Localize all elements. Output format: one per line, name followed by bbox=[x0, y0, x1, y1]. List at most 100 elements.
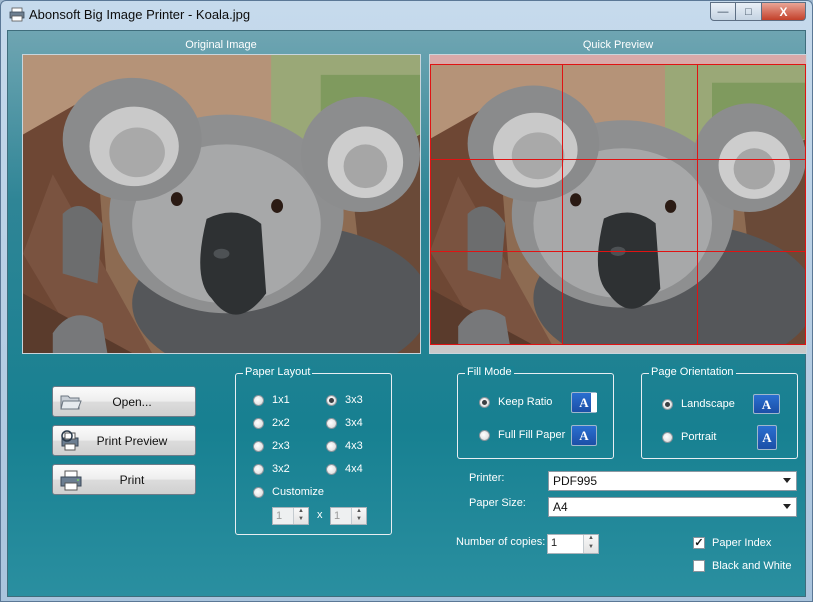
landscape-icon: A bbox=[753, 394, 780, 414]
paper-index-label: Paper Index bbox=[712, 537, 772, 549]
full-fill-icon: A bbox=[571, 425, 597, 446]
layout-option-3x4[interactable]: 3x4 bbox=[326, 417, 363, 429]
radio-full-fill-paper[interactable] bbox=[479, 429, 490, 441]
maximize-button[interactable]: □ bbox=[736, 2, 762, 21]
radio-3x4[interactable] bbox=[326, 417, 337, 429]
radio-portrait[interactable] bbox=[662, 431, 673, 443]
custom-columns-value: 1 bbox=[276, 510, 283, 522]
portrait-label: Portrait bbox=[681, 431, 717, 443]
full-fill-paper-option[interactable]: Full Fill Paper bbox=[479, 429, 565, 441]
fill-mode-title: Fill Mode bbox=[465, 366, 514, 378]
radio-3x3[interactable] bbox=[326, 394, 337, 406]
original-image-label: Original Image bbox=[185, 39, 257, 51]
radio-2x3[interactable] bbox=[253, 440, 264, 452]
layout-option-label: 4x3 bbox=[345, 440, 363, 452]
layout-option-3x3[interactable]: 3x3 bbox=[326, 394, 363, 406]
landscape-label: Landscape bbox=[681, 398, 735, 410]
preview-margin bbox=[430, 345, 806, 353]
preview-grid-line bbox=[430, 159, 806, 160]
paper-size-value: A4 bbox=[553, 500, 568, 514]
open-button[interactable]: Open... bbox=[52, 386, 196, 417]
layout-option-2x3[interactable]: 2x3 bbox=[253, 440, 290, 452]
customize-label: Customize bbox=[272, 486, 324, 498]
paper-layout-title: Paper Layout bbox=[243, 366, 313, 378]
copies-label: Number of copies: bbox=[456, 536, 546, 548]
paper-layout-group: Paper Layout 1x1 2x2 2x3 3x2 3x3 3x4 4x3… bbox=[235, 366, 392, 535]
custom-rows-stepper[interactable]: 1 ▲ ▼ bbox=[330, 507, 367, 525]
paper-size-label: Paper Size: bbox=[469, 497, 526, 509]
keep-ratio-option[interactable]: Keep Ratio bbox=[479, 396, 552, 408]
full-fill-paper-label: Full Fill Paper bbox=[498, 429, 566, 441]
preview-grid-line bbox=[430, 64, 431, 345]
preview-grid-line bbox=[562, 64, 563, 345]
printer-select[interactable]: PDF995 bbox=[548, 471, 797, 491]
page-orientation-title: Page Orientation bbox=[649, 366, 736, 378]
layout-option-4x3[interactable]: 4x3 bbox=[326, 440, 363, 452]
quick-preview bbox=[429, 54, 807, 354]
radio-1x1[interactable] bbox=[253, 394, 264, 406]
custom-rows-value: 1 bbox=[334, 510, 341, 522]
preview-grid-line bbox=[430, 64, 806, 65]
layout-option-label: 3x3 bbox=[345, 394, 363, 406]
radio-landscape[interactable] bbox=[662, 398, 673, 410]
landscape-option[interactable]: Landscape bbox=[662, 398, 735, 410]
black-and-white-checkbox[interactable]: Black and White bbox=[693, 560, 791, 572]
radio-4x3[interactable] bbox=[326, 440, 337, 452]
layout-option-label: 4x4 bbox=[345, 463, 363, 475]
title-bar[interactable]: Abonsoft Big Image Printer - Koala.jpg —… bbox=[1, 1, 812, 29]
minimize-button[interactable]: — bbox=[710, 2, 736, 21]
radio-keep-ratio[interactable] bbox=[479, 396, 490, 408]
layout-option-3x2[interactable]: 3x2 bbox=[253, 463, 290, 475]
portrait-option[interactable]: Portrait bbox=[662, 431, 716, 443]
printer-icon bbox=[60, 470, 82, 491]
checkbox-unchecked-icon[interactable] bbox=[693, 560, 705, 572]
print-preview-icon bbox=[61, 430, 79, 451]
layout-option-label: 3x2 bbox=[272, 463, 290, 475]
layout-option-1x1[interactable]: 1x1 bbox=[253, 394, 290, 406]
page-orientation-group: Page Orientation Landscape A Portrait A bbox=[641, 366, 798, 459]
preview-grid-line bbox=[430, 251, 806, 252]
stepper-down-icon[interactable]: ▼ bbox=[584, 544, 598, 553]
stepper-up-icon[interactable]: ▲ bbox=[294, 508, 308, 516]
checkbox-checked-icon[interactable]: ✓ bbox=[693, 537, 705, 549]
radio-2x2[interactable] bbox=[253, 417, 264, 429]
custom-columns-stepper[interactable]: 1 ▲ ▼ bbox=[272, 507, 309, 525]
layout-option-label: 2x2 bbox=[272, 417, 290, 429]
times-label: x bbox=[317, 509, 323, 521]
window-title: Abonsoft Big Image Printer - Koala.jpg bbox=[29, 7, 251, 22]
radio-4x4[interactable] bbox=[326, 463, 337, 475]
printer-app-icon bbox=[9, 7, 25, 22]
folder-open-icon bbox=[60, 395, 82, 410]
fill-mode-group: Fill Mode Keep Ratio A Full Fill Paper A bbox=[457, 366, 614, 459]
stepper-up-icon[interactable]: ▲ bbox=[584, 535, 598, 544]
layout-option-label: 2x3 bbox=[272, 440, 290, 452]
print-preview-button[interactable]: Print Preview bbox=[52, 425, 196, 456]
radio-customize[interactable] bbox=[253, 486, 264, 498]
portrait-icon: A bbox=[757, 425, 777, 450]
printer-value: PDF995 bbox=[553, 474, 598, 488]
preview-grid-line bbox=[697, 64, 698, 345]
paper-index-checkbox[interactable]: ✓ Paper Index bbox=[693, 537, 771, 549]
keep-ratio-label: Keep Ratio bbox=[498, 396, 553, 408]
layout-option-customize[interactable]: Customize bbox=[253, 486, 324, 498]
print-button[interactable]: Print bbox=[52, 464, 196, 495]
paper-size-select[interactable]: A4 bbox=[548, 497, 797, 517]
copies-value: 1 bbox=[551, 537, 558, 549]
layout-option-label: 3x4 bbox=[345, 417, 363, 429]
printer-label: Printer: bbox=[469, 472, 505, 484]
layout-option-4x4[interactable]: 4x4 bbox=[326, 463, 363, 475]
client-area: Original Image Quick Preview Open... Pri… bbox=[7, 30, 807, 597]
app-window: Abonsoft Big Image Printer - Koala.jpg —… bbox=[0, 0, 813, 602]
chevron-down-icon bbox=[783, 478, 791, 483]
original-image bbox=[22, 54, 421, 354]
stepper-down-icon[interactable]: ▼ bbox=[294, 516, 308, 524]
layout-option-label: 1x1 bbox=[272, 394, 290, 406]
chevron-down-icon bbox=[783, 504, 791, 509]
layout-option-2x2[interactable]: 2x2 bbox=[253, 417, 290, 429]
copies-stepper[interactable]: 1 ▲ ▼ bbox=[547, 534, 599, 554]
close-button[interactable]: X bbox=[762, 2, 806, 21]
radio-3x2[interactable] bbox=[253, 463, 264, 475]
keep-ratio-icon-margin bbox=[591, 393, 597, 412]
stepper-up-icon[interactable]: ▲ bbox=[352, 508, 366, 516]
stepper-down-icon[interactable]: ▼ bbox=[352, 516, 366, 524]
